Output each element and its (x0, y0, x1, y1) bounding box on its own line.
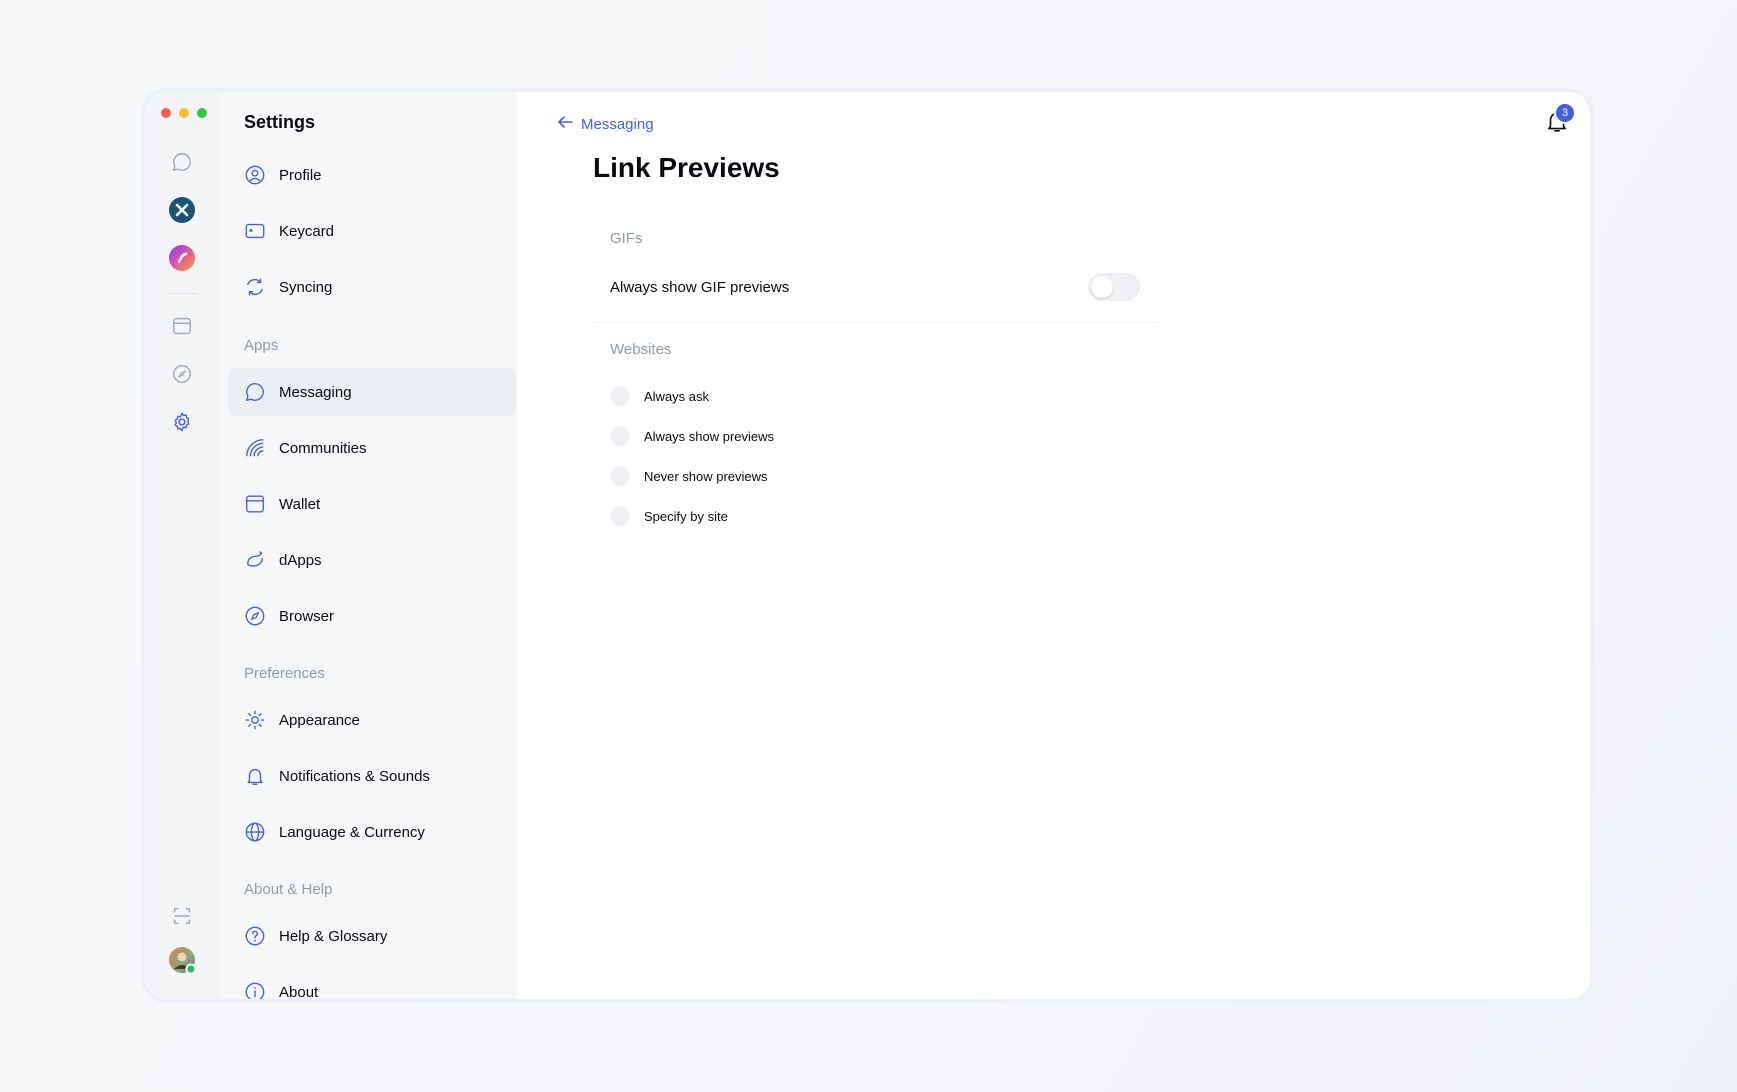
dapps-icon (244, 549, 266, 571)
website-option-always-show[interactable]: Always show previews (610, 426, 774, 446)
page-title: Link Previews (593, 152, 780, 183)
messaging-icon (244, 381, 266, 403)
wallet-icon[interactable] (168, 312, 196, 340)
radio-button[interactable] (610, 466, 630, 486)
sidebar-item-label: dApps (279, 551, 322, 569)
rail-divider (169, 293, 197, 294)
radio-label: Always ask (644, 388, 710, 404)
radio-label: Never show previews (644, 468, 768, 484)
website-option-specify-by-site[interactable]: Specify by site (610, 506, 728, 526)
sidebar-item-label: About (279, 983, 319, 1000)
sidebar-item-label: Notifications & Sounds (279, 767, 430, 785)
back-button[interactable]: Messaging (555, 112, 654, 136)
profile-icon (244, 164, 266, 186)
section-label-preferences: Preferences (244, 665, 325, 682)
app-rail (145, 92, 219, 999)
sidebar-item-about[interactable]: About (228, 968, 516, 999)
sidebar-item-wallet[interactable]: Wallet (228, 480, 516, 528)
app-window: Settings Profile Keycard Syncing Apps Me… (145, 92, 1590, 999)
close-window-button[interactable] (161, 108, 171, 118)
section-label-websites: Websites (610, 341, 672, 358)
gif-previews-label: Always show GIF previews (610, 278, 790, 296)
browser-icon (244, 605, 266, 627)
sidebar-item-label: Language & Currency (279, 823, 425, 841)
sidebar-item-label: Messaging (279, 383, 352, 401)
communities-icon (244, 437, 266, 459)
appearance-icon (244, 709, 266, 731)
app-x-icon[interactable] (168, 196, 196, 224)
notification-count-badge: 3 (1554, 102, 1576, 124)
sidebar-item-syncing[interactable]: Syncing (228, 263, 516, 311)
wallet-icon (244, 493, 266, 515)
sidebar-item-profile[interactable]: Profile (228, 151, 516, 199)
sidebar-item-label: Keycard (279, 222, 335, 240)
section-label-apps: Apps (244, 337, 279, 354)
sidebar-item-label: Appearance (279, 711, 360, 729)
website-option-always-ask[interactable]: Always ask (610, 386, 709, 406)
radio-label: Specify by site (644, 508, 728, 524)
settings-gear-icon[interactable] (168, 408, 196, 436)
section-label-about: About & Help (244, 881, 333, 898)
sidebar-title: Settings (244, 112, 316, 132)
section-divider (593, 322, 1158, 323)
user-avatar[interactable] (168, 946, 196, 974)
sidebar-item-language[interactable]: Language & Currency (228, 808, 516, 856)
compass-icon[interactable] (168, 360, 196, 388)
chat-icon[interactable] (168, 148, 196, 176)
scan-icon[interactable] (168, 902, 196, 930)
window-controls (161, 108, 207, 118)
sidebar-item-appearance[interactable]: Appearance (228, 696, 516, 744)
sidebar-item-label: Syncing (279, 278, 333, 296)
radio-button[interactable] (610, 386, 630, 406)
app-gradient-icon[interactable] (168, 244, 196, 272)
section-label-gifs: GIFs (610, 230, 643, 247)
website-option-never-show[interactable]: Never show previews (610, 466, 768, 486)
sidebar-item-keycard[interactable]: Keycard (228, 207, 516, 255)
sidebar-item-notifications[interactable]: Notifications & Sounds (228, 752, 516, 800)
back-label: Messaging (581, 115, 654, 133)
sidebar-item-messaging[interactable]: Messaging (228, 368, 516, 416)
sidebar-item-label: Wallet (279, 495, 321, 513)
maximize-window-button[interactable] (197, 108, 207, 118)
minimize-window-button[interactable] (179, 108, 189, 118)
syncing-icon (244, 276, 266, 298)
main-content: Messaging 3 Link Previews GIFs Always sh… (517, 92, 1590, 999)
gif-previews-toggle[interactable] (1088, 273, 1140, 301)
gif-previews-setting: Always show GIF previews (610, 272, 1140, 302)
notifications-button[interactable]: 3 (1544, 102, 1576, 136)
radio-button[interactable] (610, 426, 630, 446)
sidebar-item-label: Profile (279, 166, 322, 184)
help-icon (244, 925, 266, 947)
sidebar-item-label: Help & Glossary (279, 927, 388, 945)
sidebar-item-browser[interactable]: Browser (228, 592, 516, 640)
radio-button[interactable] (610, 506, 630, 526)
sidebar-item-dapps[interactable]: dApps (228, 536, 516, 584)
bell-icon (244, 765, 266, 787)
arrow-left-icon (555, 112, 575, 136)
toggle-knob (1091, 276, 1113, 298)
sidebar-item-label: Browser (279, 607, 335, 625)
keycard-icon (244, 220, 266, 242)
settings-sidebar: Settings Profile Keycard Syncing Apps Me… (219, 92, 517, 999)
globe-icon (244, 821, 266, 843)
sidebar-item-help[interactable]: Help & Glossary (228, 912, 516, 960)
sidebar-item-communities[interactable]: Communities (228, 424, 516, 472)
sidebar-item-label: Communities (279, 439, 367, 457)
info-icon (244, 981, 266, 999)
radio-label: Always show previews (644, 428, 775, 444)
